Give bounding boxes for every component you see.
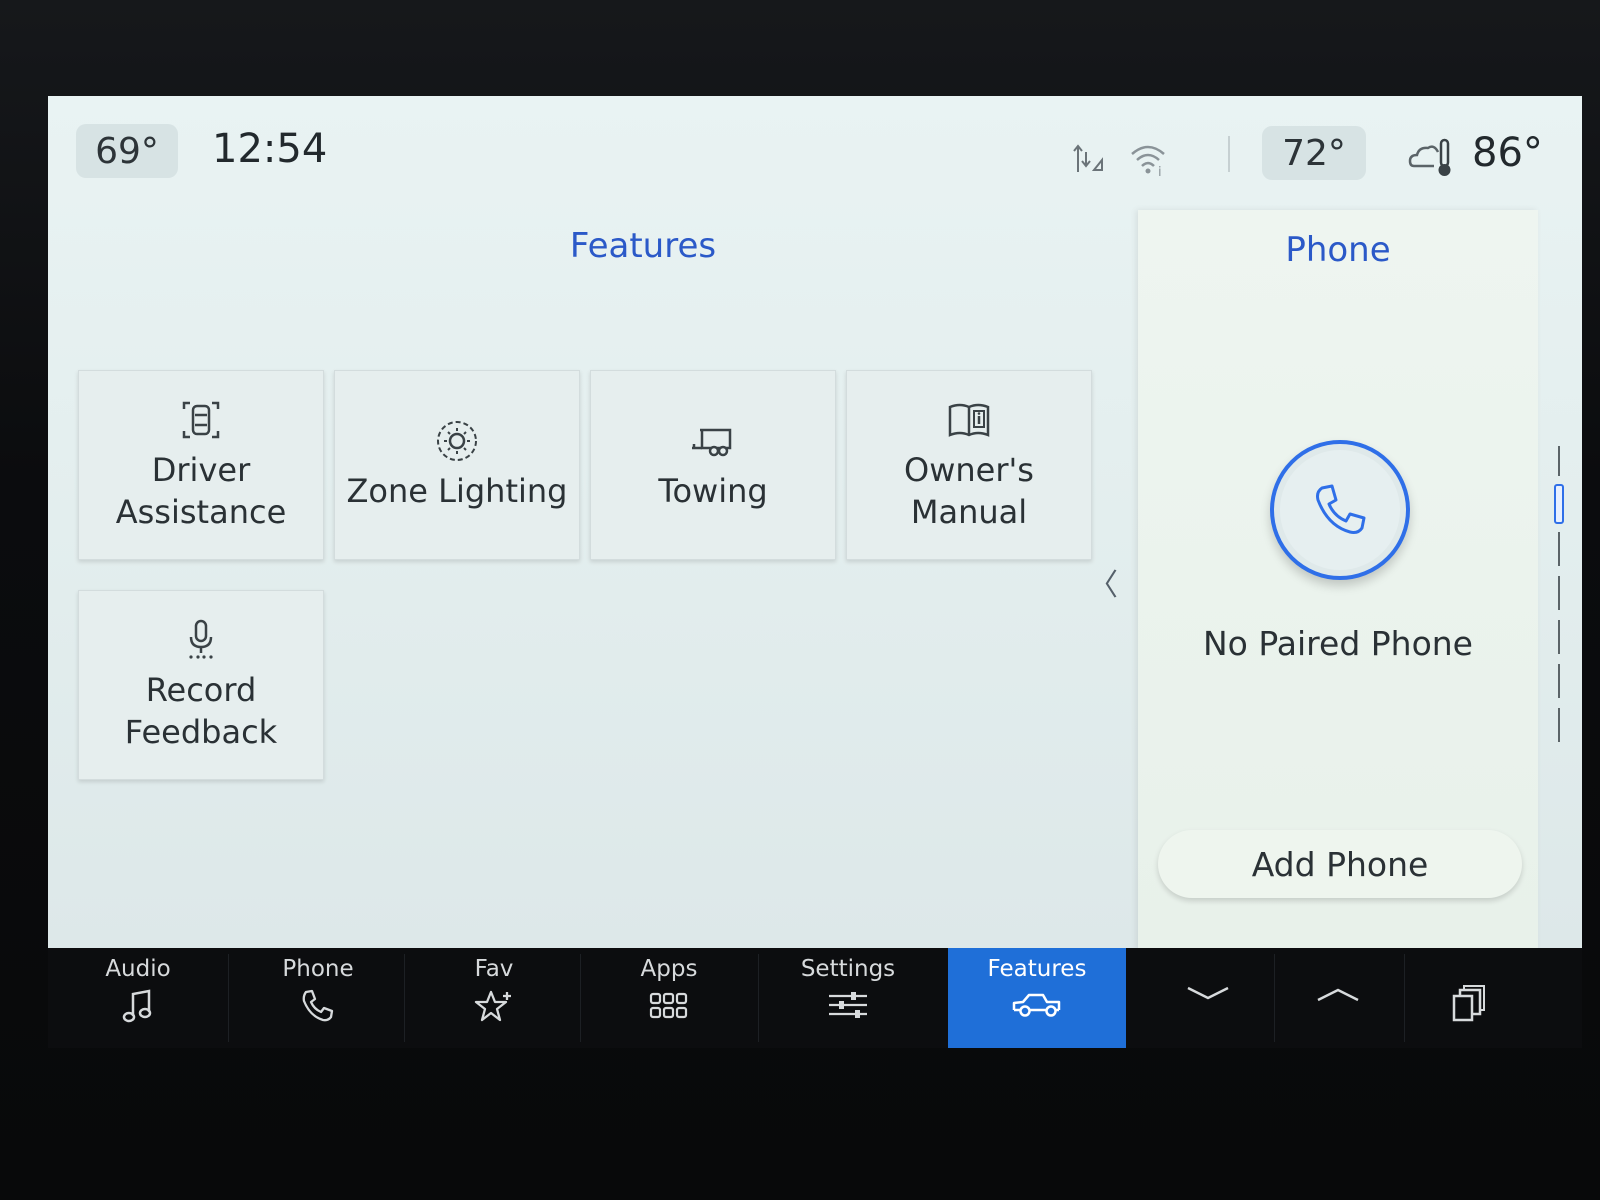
scroll-segment <box>1558 620 1560 654</box>
nav-separator <box>758 954 759 1042</box>
nav-label: Phone <box>282 956 354 982</box>
tile-zone-lighting[interactable]: Zone Lighting <box>334 370 580 560</box>
star-plus-icon <box>474 990 511 1022</box>
scroll-thumb[interactable] <box>1554 484 1564 524</box>
nav-chevron-down[interactable] <box>1148 948 1268 1048</box>
status-divider <box>1228 136 1230 172</box>
nav-label: Fav <box>474 956 514 982</box>
music-note-icon <box>122 989 152 1023</box>
tile-label: Driver Assistance <box>115 451 287 531</box>
nav-phone[interactable]: Phone <box>238 948 398 1048</box>
call-button[interactable] <box>1270 440 1410 580</box>
apps-grid-icon <box>649 992 688 1019</box>
truck-icon <box>1012 993 1061 1017</box>
phone-icon <box>302 989 334 1022</box>
tile-label: Record Feedback <box>124 671 278 751</box>
phone-handset-icon <box>1316 484 1366 534</box>
nav-features[interactable]: Features <box>948 948 1126 1048</box>
bottom-nav: Audio Phone Fav Apps Settings Features <box>48 948 1582 1048</box>
add-phone-button[interactable]: Add Phone <box>1158 830 1522 898</box>
nav-separator <box>1274 954 1275 1042</box>
tile-label: Towing <box>658 472 768 510</box>
scroll-segment <box>1558 708 1560 742</box>
nav-apps[interactable]: Apps <box>589 948 749 1048</box>
driver-assistance-icon <box>182 401 220 439</box>
tile-owners-manual[interactable]: Owner's Manual <box>846 370 1092 560</box>
no-paired-phone-text: No Paired Phone <box>1203 624 1473 663</box>
nav-chevron-up[interactable] <box>1278 948 1398 1048</box>
scroll-segment <box>1558 446 1560 476</box>
copy-windows-icon <box>1452 985 1485 1022</box>
high-temperature: 86° <box>1472 130 1543 176</box>
trailer-icon <box>692 428 732 457</box>
cabin-temperature[interactable]: 72° <box>1262 126 1366 180</box>
sliders-icon <box>829 992 867 1018</box>
wifi-icon: i <box>1131 145 1165 178</box>
outside-temperature[interactable]: 69° <box>76 124 178 178</box>
panel-scrollbar[interactable] <box>1552 446 1566 816</box>
screen: 69° 12:54 i 72° 86° Features Driver Assi… <box>48 96 1582 948</box>
nav-fav[interactable]: Fav <box>414 948 574 1048</box>
tile-label: Zone Lighting <box>346 472 568 510</box>
scroll-segment <box>1558 576 1560 610</box>
weather-cloud-thermometer-icon <box>1408 138 1451 176</box>
nav-separator <box>228 954 229 1042</box>
tile-driver-assistance[interactable]: Driver Assistance <box>78 370 324 560</box>
tile-record-feedback[interactable]: Record Feedback <box>78 590 324 780</box>
tile-towing[interactable]: Towing <box>590 370 836 560</box>
nav-label: Features <box>987 956 1087 982</box>
scroll-segment <box>1558 532 1560 566</box>
chevron-down-icon <box>1187 986 1229 1000</box>
collapse-panel-chevron[interactable]: 〈 <box>1088 560 1118 604</box>
nav-separator <box>580 954 581 1042</box>
phone-panel: Phone No Paired Phone Add Phone <box>1138 210 1538 948</box>
nav-separator <box>1404 954 1405 1042</box>
clock: 12:54 <box>212 126 328 172</box>
tile-label: Owner's Manual <box>904 451 1034 531</box>
nav-separator <box>404 954 405 1042</box>
nav-audio[interactable]: Audio <box>58 948 218 1048</box>
chevron-up-icon <box>1317 988 1359 1002</box>
manual-book-icon <box>948 403 990 437</box>
microphone-icon <box>189 619 213 659</box>
nav-label: Apps <box>640 956 698 982</box>
nav-label: Settings <box>800 956 896 982</box>
phone-panel-title: Phone <box>1285 230 1391 270</box>
nav-label: Audio <box>105 956 171 982</box>
signal-arrows-icon <box>1073 144 1103 172</box>
scroll-segment <box>1558 664 1560 698</box>
features-title: Features <box>569 226 717 266</box>
svg-text:i: i <box>1158 165 1162 178</box>
nav-switch-windows[interactable] <box>1408 948 1528 1048</box>
zone-lighting-icon <box>437 421 477 461</box>
nav-settings[interactable]: Settings <box>768 948 928 1048</box>
